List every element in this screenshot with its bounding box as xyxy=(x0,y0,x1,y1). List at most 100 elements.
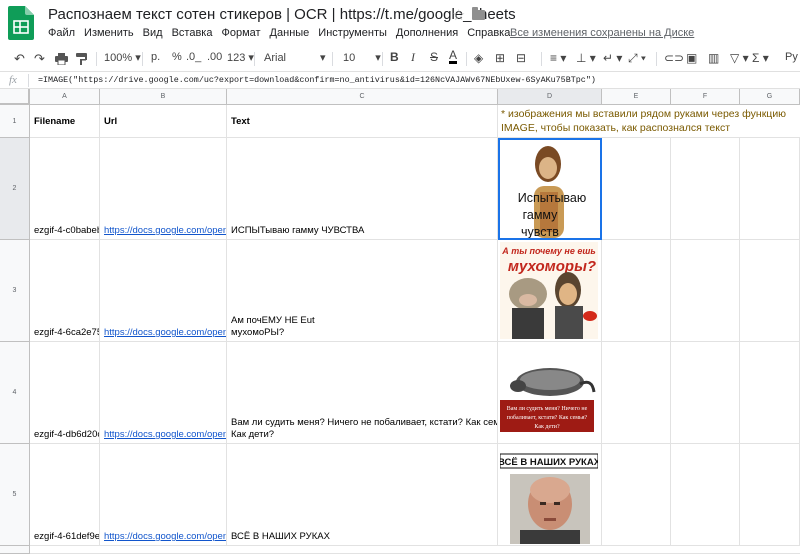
horizontal-align-icon[interactable]: ≡ ▾ xyxy=(550,51,566,65)
row-header-5[interactable]: 5 xyxy=(0,444,30,546)
insert-link-icon[interactable]: ⊂⊃ xyxy=(664,51,684,65)
cell-f4[interactable] xyxy=(671,342,740,444)
font-size-select[interactable]: 10 ▾ xyxy=(343,51,381,64)
cell-e2[interactable] xyxy=(602,138,671,240)
cell-b3[interactable]: https://docs.google.com/open?id xyxy=(100,240,227,342)
row-6[interactable] xyxy=(30,546,800,554)
cell-c3[interactable]: Ам почЕМУ НЕ Eut мухомоРЫ? xyxy=(227,240,498,342)
menu-view[interactable]: Вид xyxy=(143,27,163,39)
cell-a5[interactable]: ezgif-4-61def9e9 xyxy=(30,444,100,546)
row-header-3[interactable]: 3 xyxy=(0,240,30,342)
functions-icon[interactable]: Σ ▾ xyxy=(752,51,769,65)
toolbar: ↶ ↷ 100% ▾ р. % .0_ .00 123 ▾ Arial ▾ 10 ▾… xyxy=(0,46,800,72)
cell-c4[interactable]: Вам ли судить меня? Ничего не побаливает… xyxy=(227,342,498,444)
merge-cells-icon[interactable]: ⊟ xyxy=(516,51,526,65)
fill-color-icon[interactable]: ◈ xyxy=(474,51,483,65)
menu-data[interactable]: Данные xyxy=(270,27,310,39)
menu-help[interactable]: Справка xyxy=(467,27,510,39)
cell-g5[interactable] xyxy=(740,444,800,546)
text-rotation-icon[interactable]: ⤢ ▾ xyxy=(628,51,646,66)
url-link[interactable]: https://docs.google.com/open?id xyxy=(104,225,226,236)
row-header-6[interactable] xyxy=(0,546,30,554)
saved-status-link[interactable]: Все изменения сохранены на Диске xyxy=(510,27,694,39)
menu-edit[interactable]: Изменить xyxy=(84,27,134,39)
cell-f5[interactable] xyxy=(671,444,740,546)
menu-insert[interactable]: Вставка xyxy=(172,27,213,39)
sticker-image-1: Испытываю гамму чувств xyxy=(500,140,600,238)
italic-button[interactable]: I xyxy=(411,50,415,65)
cell-c1[interactable]: Text xyxy=(227,105,498,138)
cell-d5[interactable]: ВСЁ В НАШИХ РУКАХ xyxy=(498,444,602,546)
percent-button[interactable]: % xyxy=(172,51,182,63)
url-link[interactable]: https://docs.google.com/open?id xyxy=(104,531,226,542)
strikethrough-button[interactable]: S xyxy=(430,50,438,64)
cell-g2[interactable] xyxy=(740,138,800,240)
column-header-a[interactable]: A xyxy=(30,89,100,105)
cell-a4[interactable]: ezgif-4-db6d20c8 xyxy=(30,342,100,444)
increase-decimals-button[interactable]: .00 xyxy=(207,51,222,63)
menu-tools[interactable]: Инструменты xyxy=(318,27,387,39)
menu-format[interactable]: Формат xyxy=(221,27,260,39)
cell-e4[interactable] xyxy=(602,342,671,444)
cell-d2[interactable]: Испытываю гамму чувств xyxy=(498,138,602,240)
cell-b1[interactable]: Url xyxy=(100,105,227,138)
formula-input[interactable]: =IMAGE("https://drive.google.com/uc?expo… xyxy=(38,75,596,85)
borders-icon[interactable]: ⊞ xyxy=(495,51,505,65)
paint-format-icon[interactable] xyxy=(76,53,88,65)
cell-f3[interactable] xyxy=(671,240,740,342)
select-all-corner[interactable] xyxy=(0,89,30,105)
url-link[interactable]: https://docs.google.com/open?id xyxy=(104,429,226,440)
cell-g4[interactable] xyxy=(740,342,800,444)
cell-a2[interactable]: ezgif-4-c0babeb0 xyxy=(30,138,100,240)
print-icon[interactable] xyxy=(55,53,68,65)
filter-icon[interactable]: ▽ ▾ xyxy=(730,51,749,65)
menu-file[interactable]: Файл xyxy=(48,27,75,39)
cell-d3[interactable]: А ты почему не ешь мухоморы? xyxy=(498,240,602,342)
column-header-c[interactable]: C xyxy=(227,89,498,105)
note-text: * изображения мы вставили рядом руками ч… xyxy=(501,108,787,134)
cell-d4[interactable]: Вам ли судить меня? Ничего не побаливает… xyxy=(498,342,602,444)
input-tools-button[interactable]: Ру xyxy=(785,51,798,63)
sticker-caption: гамму xyxy=(523,208,559,222)
cell-c5[interactable]: ВСЁ В НАШИХ РУКАХ xyxy=(227,444,498,546)
cell-b5[interactable]: https://docs.google.com/open?id xyxy=(100,444,227,546)
column-header-f[interactable]: F xyxy=(671,89,740,105)
redo-icon[interactable]: ↷ xyxy=(34,51,45,67)
cell-e3[interactable] xyxy=(602,240,671,342)
insert-chart-icon[interactable]: ▥ xyxy=(708,51,719,65)
cell-c2[interactable]: ИСПЫТываю гамму ЧУВСТВА xyxy=(227,138,498,240)
cell-d1[interactable]: * изображения мы вставили рядом руками ч… xyxy=(498,105,800,138)
cell-e5[interactable] xyxy=(602,444,671,546)
cell-b4[interactable]: https://docs.google.com/open?id xyxy=(100,342,227,444)
more-formats-select[interactable]: 123 ▾ xyxy=(227,51,254,64)
cell-a3[interactable]: ezgif-4-6ca2e75a xyxy=(30,240,100,342)
menu-addons[interactable]: Дополнения xyxy=(396,27,458,39)
font-select[interactable]: Arial ▾ xyxy=(264,51,326,64)
bold-button[interactable]: B xyxy=(390,50,399,64)
row-header-1[interactable]: 1 xyxy=(0,105,30,138)
star-icon[interactable]: ☆ xyxy=(452,6,465,24)
cell-b2[interactable]: https://docs.google.com/open?id xyxy=(100,138,227,240)
folder-icon[interactable] xyxy=(472,7,485,20)
insert-comment-icon[interactable]: ▣ xyxy=(686,51,697,65)
cell-f2[interactable] xyxy=(671,138,740,240)
row-header-2[interactable]: 2 xyxy=(0,138,30,240)
document-title[interactable]: Распознаем текст сотен стикеров | OCR | … xyxy=(48,6,516,23)
currency-button[interactable]: р. xyxy=(151,51,160,63)
cell-a1[interactable]: Filename xyxy=(30,105,100,138)
text-color-button[interactable]: A xyxy=(449,49,458,64)
undo-icon[interactable]: ↶ xyxy=(14,51,25,67)
url-link[interactable]: https://docs.google.com/open?id xyxy=(104,327,226,338)
decrease-decimals-button[interactable]: .0_ xyxy=(186,51,201,63)
vertical-align-icon[interactable]: ⊥ ▾ xyxy=(576,51,596,65)
column-header-g[interactable]: G xyxy=(740,89,800,105)
row-header-4[interactable]: 4 xyxy=(0,342,30,444)
column-header-b[interactable]: B xyxy=(100,89,227,105)
sticker-image-4: ВСЁ В НАШИХ РУКАХ xyxy=(500,452,598,544)
sheets-logo-icon[interactable] xyxy=(8,6,34,40)
text-wrap-icon[interactable]: ↵ ▾ xyxy=(603,51,622,65)
column-header-e[interactable]: E xyxy=(602,89,671,105)
cell-g3[interactable] xyxy=(740,240,800,342)
column-header-d[interactable]: D xyxy=(498,89,602,105)
zoom-select[interactable]: 100% ▾ xyxy=(104,51,141,64)
